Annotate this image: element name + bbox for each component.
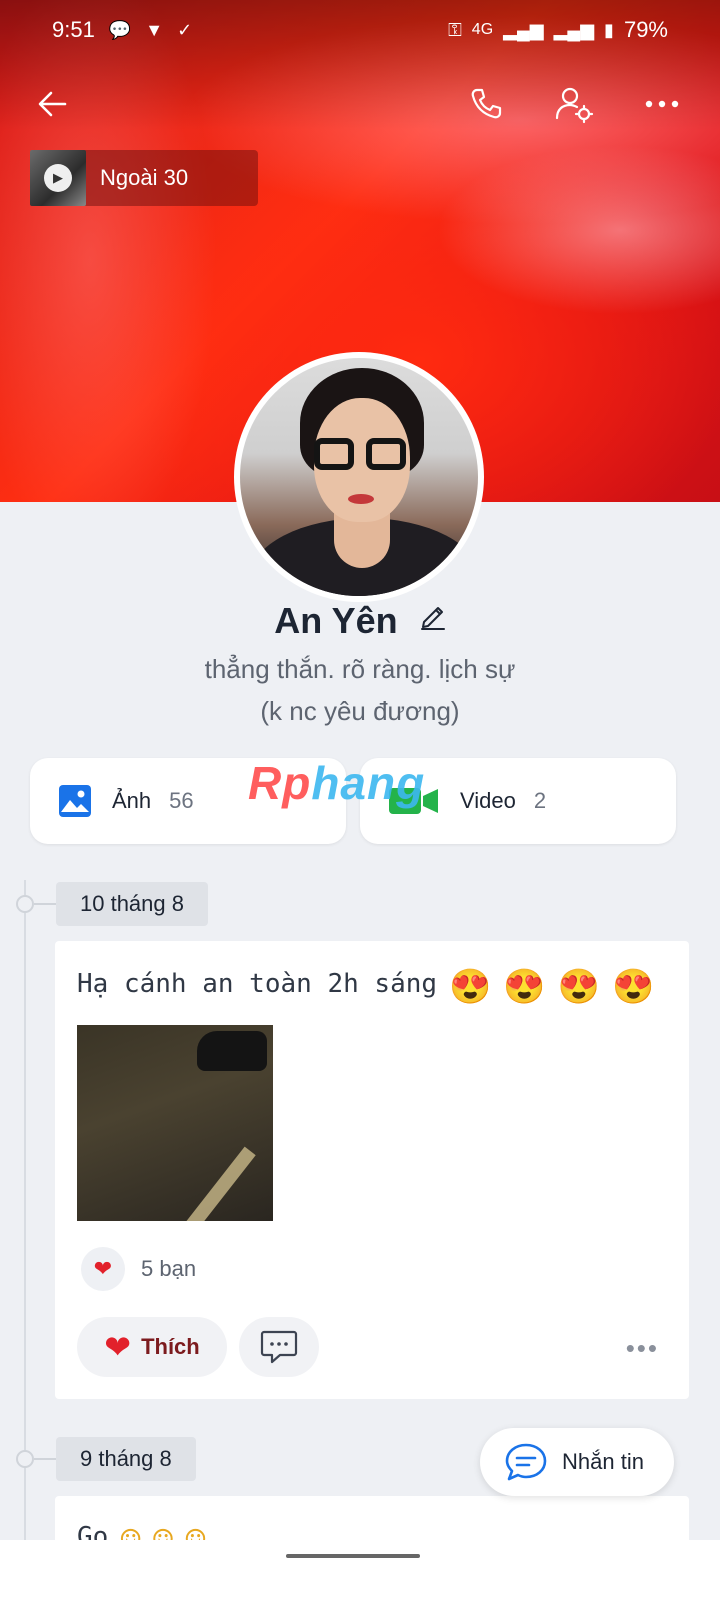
- more-icon: [645, 100, 679, 108]
- like-label: Thích: [141, 1334, 200, 1359]
- image-icon: [59, 785, 91, 817]
- profile-settings-button[interactable]: [546, 76, 602, 132]
- signal-icon: ▂▄▆: [503, 19, 544, 40]
- phone-icon: [471, 88, 502, 119]
- edit-pencil-icon[interactable]: [420, 602, 446, 637]
- chat-bubble-icon: [505, 1443, 547, 1481]
- profile-avatar[interactable]: [234, 352, 484, 602]
- heart-eyes-emoji: 😍: [557, 967, 601, 1007]
- signal-icon-2: ▂▄▆: [553, 19, 595, 40]
- top-action-bar: [0, 72, 720, 136]
- photos-count: 56: [169, 788, 194, 813]
- network-label: 4G: [471, 21, 494, 38]
- system-nav-bar: [0, 1540, 720, 1600]
- music-thumbnail: ▶: [30, 150, 86, 206]
- play-icon: ▶: [44, 164, 72, 192]
- comment-icon: [260, 1330, 298, 1364]
- watermark-text-b: hang: [311, 757, 426, 809]
- profile-name: An Yên: [274, 600, 398, 641]
- profile-bio-line2: (k nc yêu đương): [260, 696, 460, 726]
- timeline-date-chip: 9 tháng 8: [56, 1437, 196, 1481]
- music-title: Ngoài 30: [100, 165, 189, 190]
- key-icon: ⚿: [448, 19, 462, 40]
- heart-reaction-icon: ❤: [81, 1247, 125, 1291]
- timeline-post[interactable]: Hạ cánh an toàn 2h sáng 😍 😍 😍 😍 ❤ 5 bạn ❤ Th…: [55, 941, 689, 1399]
- call-button[interactable]: [458, 76, 514, 132]
- watermark-logo: Rphang: [248, 756, 425, 810]
- like-button[interactable]: ❤ Thích: [77, 1317, 227, 1377]
- messenger-icon: 💬: [108, 19, 132, 40]
- reaction-count: 5 bạn: [141, 1256, 197, 1281]
- heart-eyes-emoji: 😍: [503, 967, 546, 1007]
- more-options-button[interactable]: [634, 76, 690, 132]
- timeline-tick: [34, 1458, 56, 1460]
- post-photo[interactable]: [77, 1025, 273, 1221]
- back-button[interactable]: [24, 76, 80, 132]
- timeline-line: [24, 880, 26, 1600]
- check-icon: ✓: [177, 19, 193, 40]
- post-more-icon[interactable]: •••: [626, 1333, 659, 1364]
- send-message-button[interactable]: Nhắn tin: [480, 1428, 674, 1496]
- comment-button[interactable]: [239, 1317, 319, 1377]
- status-time: 9:51: [52, 17, 95, 42]
- heart-eyes-emoji: 😍: [612, 967, 655, 1007]
- status-bar: 9:51 💬 ▼ ✓ ⚿ 4G ▂▄▆ ▂▄▆ ▮ 79%: [0, 0, 720, 60]
- timeline-dot: [16, 895, 34, 913]
- battery-icon: ▮: [604, 19, 614, 40]
- reaction-summary[interactable]: ❤ 5 bạn: [81, 1247, 196, 1291]
- watermark-text-a: Rp: [248, 757, 312, 809]
- home-gesture-bar[interactable]: [286, 1554, 420, 1558]
- timeline-dot: [16, 1450, 34, 1468]
- user-settings-icon: [555, 87, 594, 124]
- profile-music-chip[interactable]: ▶ Ngoài 30: [30, 150, 258, 206]
- heart-eyes-emoji: 😍: [449, 967, 492, 1007]
- back-arrow-icon: [38, 91, 67, 117]
- timeline-tick: [34, 903, 56, 905]
- videos-label: Video: [460, 788, 516, 813]
- shield-icon: ▼: [145, 19, 164, 40]
- videos-count: 2: [533, 788, 547, 813]
- post-caption: Hạ cánh an toàn 2h sáng 😍 😍 😍 😍: [77, 967, 654, 1007]
- heart-icon: ❤: [104, 1329, 132, 1365]
- battery-level: 79%: [623, 17, 668, 42]
- post-text: Hạ cánh an toàn 2h sáng: [77, 969, 438, 999]
- send-message-label: Nhắn tin: [562, 1449, 644, 1474]
- profile-name-row: An Yên: [0, 600, 720, 642]
- avatar-image: [240, 358, 478, 596]
- timeline-date-chip: 10 tháng 8: [56, 882, 208, 926]
- profile-bio-line1: thẳng thắn. rõ ràng. lịch sự: [204, 654, 516, 684]
- photos-label: Ảnh: [112, 788, 152, 813]
